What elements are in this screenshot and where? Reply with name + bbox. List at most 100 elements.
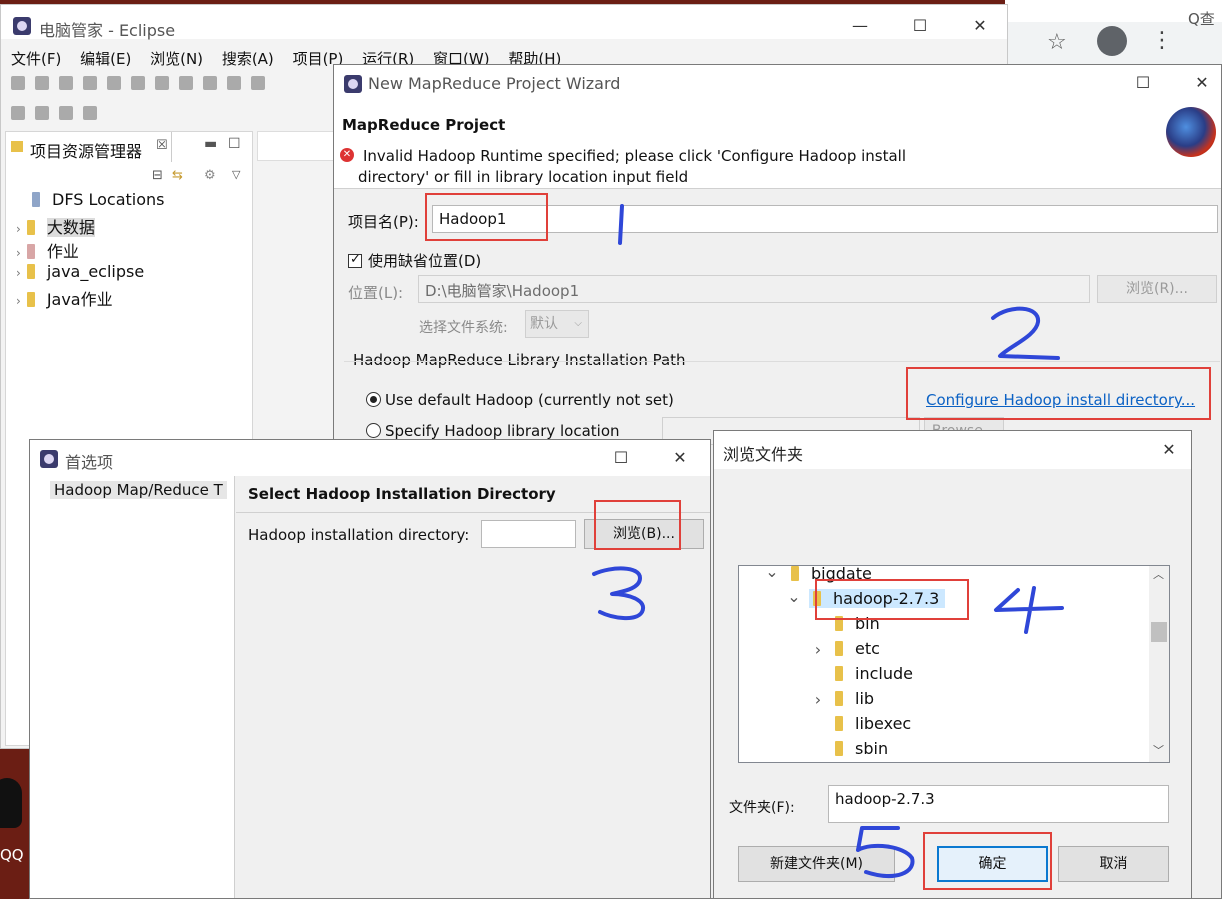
save-all-icon[interactable] [59,75,73,90]
folder-icon [813,591,821,606]
filesystem-label: 选择文件系统: [419,320,508,336]
ok-button[interactable]: 确定 [937,846,1048,882]
profile-avatar-icon[interactable] [1097,26,1127,56]
close-button[interactable]: ✕ [957,13,1003,39]
folder-row-lib[interactable]: lib [835,689,874,708]
tree-item-dfs[interactable]: DFS Locations [32,190,165,209]
new-folder-button[interactable]: 新建文件夹(M) [738,846,895,882]
chevron-down-icon[interactable]: ⌄ [787,587,801,606]
project-name-input[interactable]: Hadoop1 [432,205,1218,233]
folder-name: bigdate [811,565,872,583]
folder-row-sbin[interactable]: sbin [835,739,888,758]
wizard-maximize-button[interactable]: ☐ [1120,70,1166,96]
kebab-menu-icon[interactable]: ⋮ [1151,28,1173,53]
expander-icon[interactable]: › [16,246,21,260]
radio-icon [366,423,381,438]
wizard-app-icon [344,75,362,93]
menu-file[interactable]: 文件(F) [11,50,61,68]
chevron-right-icon[interactable]: › [811,690,825,709]
folder-row-bin[interactable]: bin [835,614,880,633]
folder-dialog-close-button[interactable]: ✕ [1146,437,1192,463]
folder-icon [835,616,843,631]
filesystem-select[interactable]: 默认 ⌵ [525,310,589,338]
folder-tree-scrollbar[interactable]: ︿ ﹀ [1149,566,1169,762]
folder-row-include[interactable]: include [835,664,913,683]
folder-field-input[interactable]: hadoop-2.7.3 [828,785,1169,823]
folder-row-bigdate[interactable]: bigdate [791,565,872,583]
location-input[interactable]: D:\电脑管家\Hadoop1 [418,275,1090,303]
dfs-icon [32,192,40,207]
expander-icon[interactable]: › [16,266,21,280]
explorer-minimize-icon[interactable]: ▬ [204,136,217,152]
qq-icon[interactable] [0,778,22,828]
browse-folder-dialog: 浏览文件夹 ✕ ︿ ﹀ bigdate ⌄ hadoop-2.7.3 ⌄ bin etc ›… [713,430,1192,899]
suspend-icon[interactable] [179,75,193,90]
tree-item-bigdata[interactable]: › 大数据 [16,214,95,238]
cancel-button[interactable]: 取消 [1058,846,1169,882]
sidebar-item-hadoop[interactable]: Hadoop Map/Reduce T [50,481,227,499]
scroll-thumb[interactable] [1151,622,1167,642]
filters-icon[interactable]: ⚙ [204,168,216,183]
new-icon[interactable] [11,75,25,90]
tree-item-java-homework[interactable]: › Java作业 [16,286,113,310]
back-icon[interactable] [59,105,73,120]
debug-icon[interactable] [83,75,97,90]
location-label: 位置(L): [348,284,404,302]
explorer-tab[interactable]: 项目资源管理器 ☒ [6,132,172,162]
preferences-close-button[interactable]: ✕ [657,445,703,471]
use-default-location-checkbox[interactable]: 使用缺省位置(D) [348,250,481,271]
collapse-all-icon[interactable]: ⊟ [152,168,163,183]
error-message-line1: Invalid Hadoop Runtime specified; please… [363,147,907,165]
scroll-up-icon[interactable]: ︿ [1153,566,1164,582]
expander-icon[interactable]: › [16,222,21,236]
chevron-down-icon[interactable]: ⌄ [765,566,779,581]
link-editor-icon[interactable]: ⇆ [172,168,183,183]
save-icon[interactable] [35,75,49,90]
hadoop-dir-input[interactable] [481,520,576,548]
chevron-right-icon[interactable]: › [811,640,825,659]
heading-separator [236,512,710,513]
scroll-down-icon[interactable]: ﹀ [1153,742,1164,758]
configure-hadoop-link[interactable]: Configure Hadoop install directory... [926,391,1195,409]
menu-search[interactable]: 搜索(A) [222,50,274,68]
resume-icon[interactable] [155,75,169,90]
view-menu-icon[interactable]: ▽ [232,168,240,181]
preferences-maximize-button[interactable]: ☐ [598,445,644,471]
wizard-close-button[interactable]: ✕ [1179,70,1222,96]
console-icon[interactable] [107,75,121,90]
project-name-label: 项目名(P): [348,213,419,231]
prev-annotation-icon[interactable] [35,105,49,120]
folder-name: hadoop-2.7.3 [833,589,940,608]
expander-icon[interactable]: › [16,294,21,308]
minimize-button[interactable]: — [837,13,883,39]
stop-icon[interactable] [203,75,217,90]
folder-field-label: 文件夹(F): [729,800,795,816]
folder-row-etc[interactable]: etc [835,639,880,658]
specify-library-radio[interactable]: Specify Hadoop library location [366,422,620,440]
menu-edit[interactable]: 编辑(E) [80,50,131,68]
wizard-titlebar: New MapReduce Project Wizard ☐ ✕ [334,65,1221,101]
explorer-maximize-icon[interactable]: ☐ [228,136,241,152]
folder-icon [26,264,35,279]
bookmark-star-icon[interactable]: ☆ [1047,30,1067,55]
next-annotation-icon[interactable] [11,105,25,120]
disconnect-icon[interactable] [227,75,241,90]
folder-icon [835,716,843,731]
use-default-hadoop-radio[interactable]: Use default Hadoop (currently not set) [366,391,674,409]
folder-row-libexec[interactable]: libexec [835,714,911,733]
hadoop-dir-label: Hadoop installation directory: [248,526,470,544]
radio-icon [366,392,381,407]
maximize-button[interactable]: ☐ [897,13,943,39]
menu-navigate[interactable]: 浏览(N) [150,50,203,68]
editor-area [257,131,337,161]
location-browse-button[interactable]: 浏览(R)... [1097,275,1217,303]
folder-row-hadoop-2-7-3[interactable]: hadoop-2.7.3 [809,589,946,608]
browser-search-hint[interactable]: Q查 [1188,8,1215,29]
tree-item-homework[interactable]: › 作业 [16,238,79,262]
tree-item-java-eclipse[interactable]: › java_eclipse [16,262,144,281]
explorer-close-icon[interactable]: ☒ [156,138,168,153]
step-icon[interactable] [251,75,265,90]
hadoop-dir-browse-button[interactable]: 浏览(B)... [584,519,704,549]
forward-icon[interactable] [83,105,97,120]
skip-icon[interactable] [131,75,145,90]
